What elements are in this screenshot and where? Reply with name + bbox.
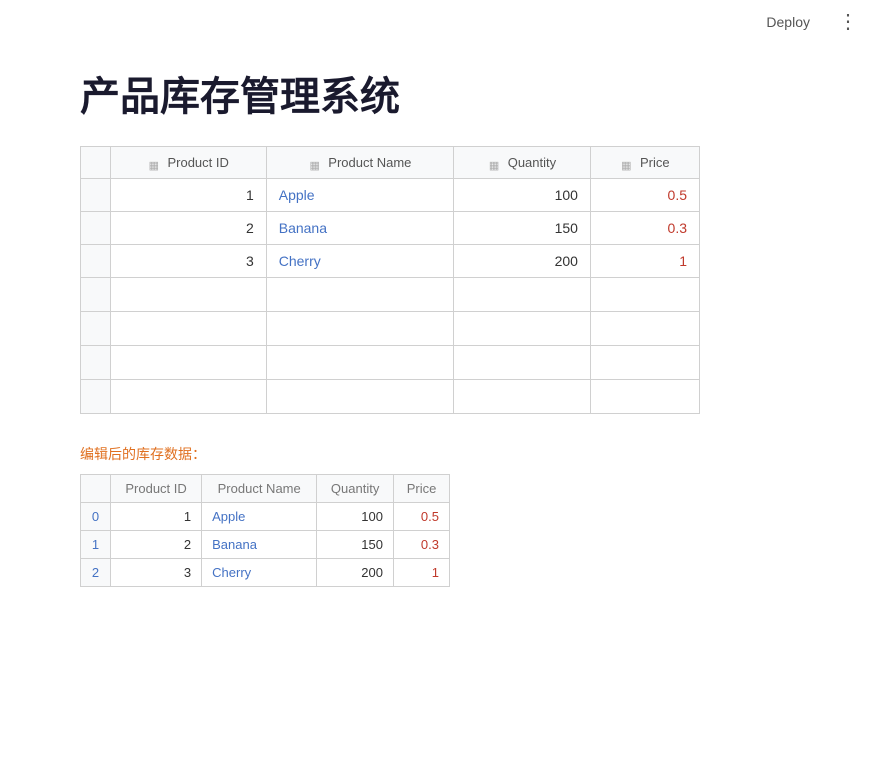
cell-product-id[interactable]: 2 [111, 212, 267, 245]
main-table: ▦ Product ID ▦ Product Name ▦ Quantity ▦… [80, 146, 700, 414]
row-number [81, 245, 111, 278]
cell-empty-quantity[interactable] [454, 380, 591, 414]
row-num-header [81, 147, 111, 179]
cell-product-id: 1 [111, 503, 202, 531]
secondary-table: Product ID Product Name Quantity Price 0… [80, 474, 450, 587]
empty-row[interactable] [81, 278, 700, 312]
row-number [81, 212, 111, 245]
cell-empty-quantity[interactable] [454, 312, 591, 346]
cell-index: 2 [81, 559, 111, 587]
cell-empty-name[interactable] [266, 278, 454, 312]
cell-empty-name[interactable] [266, 312, 454, 346]
cell-empty-price[interactable] [590, 380, 699, 414]
row-number [81, 179, 111, 212]
sec-col-price-header: Price [394, 475, 450, 503]
cell-empty-name[interactable] [266, 380, 454, 414]
cell-product-id: 2 [111, 531, 202, 559]
cell-quantity[interactable]: 100 [454, 179, 591, 212]
cell-product-name: Banana [202, 531, 317, 559]
more-menu-button[interactable]: ⋮ [830, 8, 866, 36]
cell-empty-id[interactable] [111, 278, 267, 312]
cell-quantity: 150 [317, 531, 394, 559]
cell-price: 1 [394, 559, 450, 587]
filter-icon-quantity: ▦ [488, 159, 500, 169]
cell-quantity: 200 [317, 559, 394, 587]
col-header-product-id[interactable]: ▦ Product ID [111, 147, 267, 179]
empty-row[interactable] [81, 312, 700, 346]
cell-product-name[interactable]: Apple [266, 179, 454, 212]
cell-empty-quantity[interactable] [454, 278, 591, 312]
cell-empty-price[interactable] [590, 278, 699, 312]
deploy-button[interactable]: Deploy [758, 10, 818, 34]
cell-price[interactable]: 1 [590, 245, 699, 278]
col-header-product-name[interactable]: ▦ Product Name [266, 147, 454, 179]
empty-row[interactable] [81, 380, 700, 414]
filter-icon-price: ▦ [620, 159, 632, 169]
row-number [81, 380, 111, 414]
cell-quantity[interactable]: 150 [454, 212, 591, 245]
cell-price[interactable]: 0.3 [590, 212, 699, 245]
cell-empty-price[interactable] [590, 312, 699, 346]
cell-quantity: 100 [317, 503, 394, 531]
cell-empty-id[interactable] [111, 346, 267, 380]
table-row[interactable]: 2 Banana 150 0.3 [81, 212, 700, 245]
sec-col-quantity-header: Quantity [317, 475, 394, 503]
cell-product-name[interactable]: Cherry [266, 245, 454, 278]
row-number [81, 346, 111, 380]
row-number [81, 278, 111, 312]
cell-empty-price[interactable] [590, 346, 699, 380]
cell-empty-quantity[interactable] [454, 346, 591, 380]
cell-quantity[interactable]: 200 [454, 245, 591, 278]
cell-empty-id[interactable] [111, 380, 267, 414]
page-title: 产品库存管理系统 [80, 64, 806, 122]
cell-product-id: 3 [111, 559, 202, 587]
table-row[interactable]: 3 Cherry 200 1 [81, 245, 700, 278]
empty-row[interactable] [81, 346, 700, 380]
table-row: 1 2 Banana 150 0.3 [81, 531, 450, 559]
cell-price[interactable]: 0.5 [590, 179, 699, 212]
col-header-price[interactable]: ▦ Price [590, 147, 699, 179]
cell-product-name[interactable]: Banana [266, 212, 454, 245]
cell-product-name: Apple [202, 503, 317, 531]
main-content: 产品库存管理系统 ▦ Product ID ▦ Product Name ▦ Q… [0, 44, 886, 607]
cell-product-id[interactable]: 1 [111, 179, 267, 212]
table-row: 0 1 Apple 100 0.5 [81, 503, 450, 531]
table-row: 2 3 Cherry 200 1 [81, 559, 450, 587]
cell-empty-id[interactable] [111, 312, 267, 346]
table-row[interactable]: 1 Apple 100 0.5 [81, 179, 700, 212]
cell-product-name: Cherry [202, 559, 317, 587]
sec-col-idx-header [81, 475, 111, 503]
filter-icon-product-name: ▦ [309, 159, 321, 169]
filter-icon-product-id: ▦ [148, 159, 160, 169]
sec-col-product-id-header: Product ID [111, 475, 202, 503]
cell-price: 0.5 [394, 503, 450, 531]
sec-col-product-name-header: Product Name [202, 475, 317, 503]
row-number [81, 312, 111, 346]
cell-index: 0 [81, 503, 111, 531]
top-bar: Deploy ⋮ [0, 0, 886, 44]
col-header-quantity[interactable]: ▦ Quantity [454, 147, 591, 179]
cell-product-id[interactable]: 3 [111, 245, 267, 278]
section-label: 编辑后的库存数据： [80, 444, 806, 464]
cell-empty-name[interactable] [266, 346, 454, 380]
cell-index: 1 [81, 531, 111, 559]
cell-price: 0.3 [394, 531, 450, 559]
